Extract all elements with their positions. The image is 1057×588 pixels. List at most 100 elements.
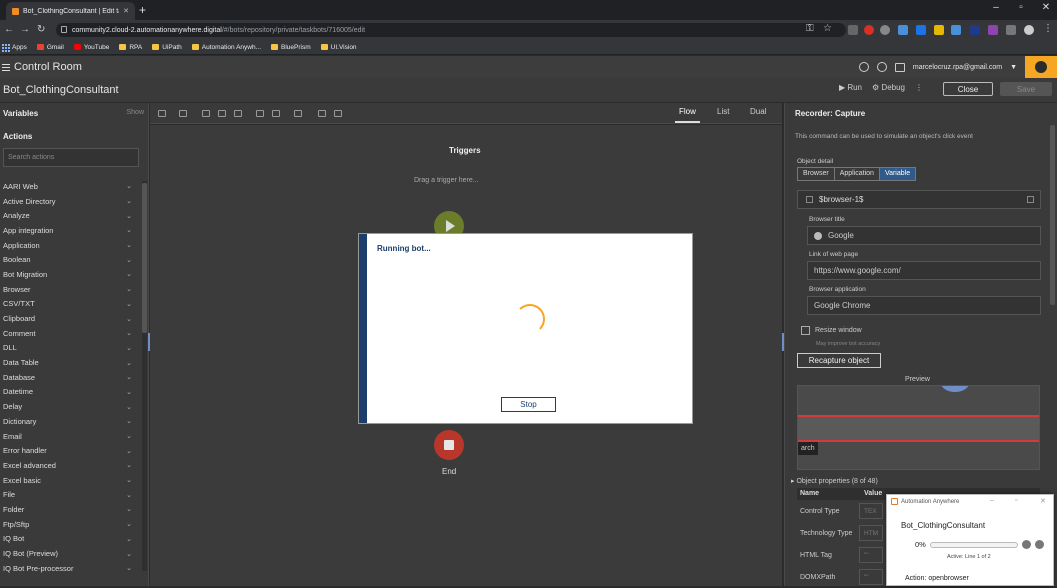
object-properties-toggle[interactable]: ▸ Object properties (8 of 48) <box>791 477 878 485</box>
browser-title-field[interactable]: Google <box>807 226 1041 245</box>
run-button[interactable]: ▶ Run <box>839 83 862 92</box>
action-item[interactable]: Error handler ⌄ <box>0 443 140 458</box>
url-field[interactable]: community2.cloud-2.automationanywhere.di… <box>56 23 846 37</box>
record-icon[interactable] <box>158 110 166 117</box>
browser-tab[interactable]: Bot_ClothingConsultant | Edit ta ✕ <box>6 2 135 20</box>
action-item[interactable]: Datetime ⌄ <box>0 385 140 400</box>
minimize-icon[interactable]: – <box>990 497 994 504</box>
action-item[interactable]: File ⌄ <box>0 487 140 502</box>
tab-list[interactable]: List <box>713 107 733 123</box>
extension-icon[interactable] <box>916 25 926 35</box>
iq-extension-icon[interactable] <box>898 25 908 35</box>
recapture-object-button[interactable]: Recapture object <box>797 353 881 368</box>
action-item[interactable]: Boolean ⌄ <box>0 252 140 267</box>
copy-icon[interactable] <box>202 110 210 117</box>
maximize-window-icon[interactable]: ▫ <box>1008 2 1034 13</box>
resize-window-checkbox[interactable]: Resize window <box>801 326 862 335</box>
maximize-icon[interactable]: ▫ <box>1015 497 1017 504</box>
extension-icon[interactable] <box>951 25 961 35</box>
extension-icon[interactable] <box>988 25 998 35</box>
upgrade-button[interactable] <box>1025 56 1057 78</box>
bookmark-rpa[interactable]: RPA <box>119 44 142 51</box>
stop-icon[interactable] <box>1035 540 1044 549</box>
screen-icon[interactable] <box>179 110 187 117</box>
segment-application[interactable]: Application <box>835 168 880 180</box>
action-item[interactable]: App integration ⌄ <box>0 223 140 238</box>
bookmark-youtube[interactable]: YouTube <box>73 44 109 51</box>
close-button[interactable]: Close <box>943 82 993 96</box>
disable-icon[interactable] <box>294 110 302 117</box>
cut-icon[interactable] <box>218 110 226 117</box>
extension-icon[interactable] <box>880 25 890 35</box>
tab-dual[interactable]: Dual <box>746 107 770 123</box>
variables-header[interactable]: Variables <box>3 109 38 118</box>
action-item[interactable]: Ftp/Sftp ⌄ <box>0 517 140 532</box>
close-window-icon[interactable]: ✕ <box>1033 2 1057 13</box>
bookmark-uivision[interactable]: UI.Vision <box>320 44 357 51</box>
action-item[interactable]: Excel basic ⌄ <box>0 473 140 488</box>
show-variables-link[interactable]: Show <box>126 109 144 116</box>
enable-icon[interactable] <box>256 110 264 117</box>
action-item[interactable]: Application ⌄ <box>0 238 140 253</box>
star-icon[interactable]: ☆ <box>823 23 832 34</box>
paste-icon[interactable] <box>234 110 242 117</box>
notifications-icon[interactable] <box>894 62 905 72</box>
action-item[interactable]: Excel advanced ⌄ <box>0 458 140 473</box>
forward-icon[interactable]: → <box>20 24 30 35</box>
action-item[interactable]: Clipboard ⌄ <box>0 311 140 326</box>
end-node-icon[interactable] <box>434 430 464 460</box>
tab-flow[interactable]: Flow <box>675 107 700 123</box>
back-icon[interactable]: ← <box>4 24 14 35</box>
action-item[interactable]: IQ Bot (Preview) ⌄ <box>0 546 140 561</box>
variable-select[interactable]: $browser-1$ <box>797 190 1041 209</box>
bookmark-gmail[interactable]: Gmail <box>36 44 64 51</box>
property-value-field[interactable]: TEX <box>859 503 883 519</box>
undo-icon[interactable] <box>318 110 326 117</box>
user-email[interactable]: marcelocruz.rpa@gmail.com <box>913 64 1002 71</box>
bookmark-apps[interactable]: Apps <box>2 43 27 52</box>
action-item[interactable]: Analyze ⌄ <box>0 208 140 223</box>
action-item[interactable]: Delay ⌄ <box>0 399 140 414</box>
segment-variable[interactable]: Variable <box>879 168 916 180</box>
property-value-field[interactable]: "" <box>859 569 883 585</box>
pause-icon[interactable] <box>1022 540 1031 549</box>
new-tab-icon[interactable]: + <box>139 3 146 17</box>
left-panel-resize-handle[interactable] <box>148 333 150 351</box>
action-item[interactable]: IQ Bot Pre-processor ⌄ <box>0 561 140 576</box>
action-item[interactable]: Folder ⌄ <box>0 502 140 517</box>
close-icon[interactable]: ✕ <box>1040 497 1046 505</box>
action-item[interactable]: AARI Web ⌄ <box>0 179 140 194</box>
browser-menu-icon[interactable]: ⋮ <box>1043 23 1053 34</box>
delete-icon[interactable] <box>272 110 280 117</box>
property-value-field[interactable]: HTM <box>859 525 883 541</box>
globe-icon[interactable] <box>876 62 887 72</box>
redo-icon[interactable] <box>334 110 342 117</box>
action-item[interactable]: DLL ⌄ <box>0 341 140 356</box>
action-item[interactable]: IQ Bot ⌄ <box>0 532 140 547</box>
action-item[interactable]: Data Table ⌄ <box>0 355 140 370</box>
variable-picker-icon[interactable] <box>1027 196 1034 203</box>
bookmark-automation-anywhere[interactable]: Automation Anywh... <box>191 44 261 51</box>
link-field[interactable]: https://www.google.com/ <box>807 261 1041 280</box>
more-options-icon[interactable]: ⋮ <box>915 83 923 92</box>
minimize-window-icon[interactable]: – <box>983 2 1009 13</box>
bookmark-uipath[interactable]: UiPath <box>152 44 182 51</box>
action-item[interactable]: Comment ⌄ <box>0 326 140 341</box>
extension-icon[interactable] <box>864 25 874 35</box>
property-value-field[interactable]: "" <box>859 547 883 563</box>
browser-application-field[interactable]: Google Chrome <box>807 296 1041 315</box>
reload-icon[interactable]: ↻ <box>37 24 45 35</box>
help-icon[interactable] <box>858 62 869 72</box>
chevron-down-icon[interactable]: ▼ <box>1010 64 1017 71</box>
action-item[interactable]: CSV/TXT ⌄ <box>0 297 140 312</box>
action-item[interactable]: Email ⌄ <box>0 429 140 444</box>
search-actions-input[interactable]: Search actions <box>3 148 139 167</box>
puzzle-icon[interactable] <box>1006 25 1016 35</box>
variable-checkbox[interactable] <box>806 196 813 203</box>
stop-button[interactable]: Stop <box>501 397 556 412</box>
action-item[interactable]: Browser ⌄ <box>0 282 140 297</box>
action-item[interactable]: Database ⌄ <box>0 370 140 385</box>
segment-browser[interactable]: Browser <box>798 168 835 180</box>
action-item[interactable]: Bot Migration ⌄ <box>0 267 140 282</box>
checkbox-icon[interactable] <box>801 326 810 335</box>
